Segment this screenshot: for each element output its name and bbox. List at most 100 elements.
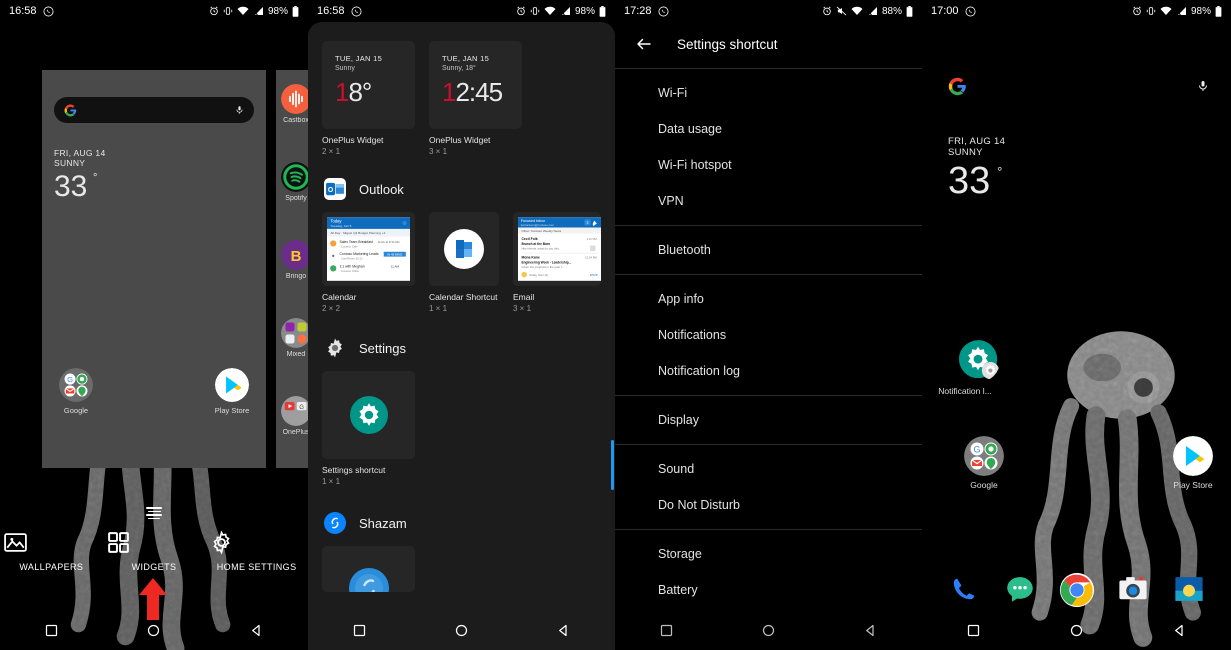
back-button[interactable] [556, 623, 571, 638]
nav-bar [615, 610, 922, 650]
settings-shortcut-options[interactable]: Wi-Fi Data usage Wi-Fi hotspot VPN Bluet… [615, 68, 922, 650]
messages-icon[interactable] [1003, 572, 1037, 606]
battery-percent: 98% [574, 5, 595, 17]
weather-widget[interactable]: FRI, AUG 14 SUNNY 33 ° [54, 148, 105, 204]
svg-text:Given the progress in the past: Given the progress in the past f... [521, 265, 564, 269]
svg-text:Today: Today [330, 219, 342, 224]
widget-row-oneplus: TUE, JAN 15 Sunny 18° OnePlus Widget 2 ×… [308, 22, 615, 156]
widget-card[interactable]: TUE, JAN 15 Sunny 18° OnePlus Widget 2 ×… [322, 41, 415, 156]
app-icon-play-store[interactable]: Play Store [206, 368, 258, 415]
list-item-notifications[interactable]: Notifications [615, 317, 922, 353]
list-item-app-info[interactable]: App info [615, 281, 922, 317]
home-screen-preview[interactable]: FRI, AUG 14 SUNNY 33 ° G Google Play Sto… [42, 70, 266, 468]
mic-icon[interactable] [1197, 78, 1209, 94]
next-page-preview[interactable]: Castbox Spotify B Bringo Mixed G OnePlus [276, 70, 308, 468]
app-icon-google[interactable]: G Google [958, 436, 1010, 490]
svg-text:G: G [299, 405, 304, 411]
app-label: Spotify [285, 195, 307, 202]
widget-size: 1 × 1 [322, 477, 341, 486]
widget-card[interactable]: Today Tuesday, Jan 5 All Day · Miguel Q4… [322, 212, 415, 313]
widget-card[interactable]: Calendar Shortcut 1 × 1 [429, 212, 499, 313]
oneplus-folder-icon: G [281, 396, 308, 426]
list-item-wifi[interactable]: Wi-Fi [615, 75, 922, 111]
recents-button[interactable] [44, 623, 59, 638]
list-item-notification-log[interactable]: Notification log [615, 353, 922, 389]
widget-size: 2 × 2 [322, 304, 341, 313]
whatsapp-icon [351, 6, 362, 17]
home-button[interactable] [761, 623, 776, 638]
widget-card[interactable]: TUE, JAN 15 Sunny, 18° 12:45 OnePlus Wid… [429, 41, 522, 156]
play-store-icon [1173, 436, 1213, 476]
app-icon-play-store[interactable]: Play Store [1167, 436, 1219, 490]
list-item-storage[interactable]: Storage [615, 536, 922, 572]
svg-text:RSVP: RSVP [590, 273, 598, 277]
status-bar: 17:28 88% [615, 0, 922, 22]
back-button[interactable] [1172, 623, 1187, 638]
recents-button[interactable] [966, 623, 981, 638]
app-icon-notification-log-shortcut[interactable]: Notification l... [938, 340, 1014, 396]
home-button[interactable] [454, 623, 469, 638]
list-item-sound[interactable]: Sound [615, 451, 922, 487]
phone-icon[interactable] [947, 572, 981, 606]
panel-home-editor: 16:58 98% FRI, AUG 14 SUNNY 33 ° G Googl… [0, 0, 308, 650]
search-input[interactable] [948, 72, 1209, 100]
scrollbar-thumb[interactable] [611, 440, 614, 490]
widget-date: TUE, JAN 15 [335, 54, 383, 63]
widget-picker-sheet[interactable]: TUE, JAN 15 Sunny 18° OnePlus Widget 2 ×… [308, 22, 615, 650]
list-item-data-usage[interactable]: Data usage [615, 111, 922, 147]
widget-card[interactable] [322, 546, 415, 592]
svg-text:Focused Inbox: Focused Inbox [521, 219, 546, 223]
widget-name: OnePlus Widget [429, 135, 491, 145]
wifi-icon [851, 6, 863, 16]
signal-icon [253, 6, 264, 16]
widget-row-outlook: Today Tuesday, Jan 5 All Day · Miguel Q4… [308, 212, 615, 313]
list-item-battery[interactable]: Battery [615, 572, 922, 608]
recents-button[interactable] [352, 623, 367, 638]
page-title: Settings shortcut [677, 36, 778, 52]
app-label: Play Store [1173, 480, 1213, 490]
widget-big-value: 12:45 [442, 77, 503, 107]
home-button[interactable] [146, 623, 161, 638]
wallpapers-label: WALLPAPERS [19, 562, 84, 572]
drag-handle-icon[interactable] [146, 507, 162, 519]
settings-shortcut-icon [958, 340, 1000, 382]
signal-icon [1176, 6, 1187, 16]
divider [615, 529, 922, 530]
app-icon-spotify[interactable]: Spotify [276, 162, 308, 202]
list-item-vpn[interactable]: VPN [615, 183, 922, 219]
back-button[interactable] [249, 623, 264, 638]
back-arrow-icon[interactable] [635, 35, 653, 53]
widget-card-settings-shortcut[interactable]: Settings shortcut 1 × 1 [322, 371, 415, 486]
list-item-display[interactable]: Display [615, 402, 922, 438]
search-input[interactable] [54, 97, 254, 123]
camera-icon[interactable] [1116, 572, 1150, 606]
home-settings-button[interactable]: HOME SETTINGS [209, 530, 305, 572]
outlook-email-preview: Focused Inbox kat.larsson@contoso.com 3 … [518, 217, 601, 281]
wallpapers-button[interactable]: WALLPAPERS [3, 530, 99, 572]
app-icon-google[interactable]: G Google [50, 368, 102, 415]
recents-button[interactable] [659, 623, 674, 638]
app-label: Google [63, 406, 89, 415]
widget-name: OnePlus Widget [322, 135, 384, 145]
app-icon-castbox[interactable]: Castbox [276, 84, 308, 124]
home-button[interactable] [1069, 623, 1084, 638]
back-button[interactable] [863, 623, 878, 638]
app-icon-oneplus-folder[interactable]: G OnePlus [276, 396, 308, 436]
chrome-icon[interactable] [1059, 572, 1095, 608]
list-item-do-not-disturb[interactable]: Do Not Disturb [615, 487, 922, 523]
widget-row-shazam [308, 546, 615, 592]
panel-widget-picker: 16:58 98% TUE, JAN 15 Sunny 18° OnePlus … [308, 0, 615, 650]
app-icon-mixed-folder[interactable]: Mixed [276, 318, 308, 358]
widget-card[interactable]: Focused Inbox kat.larsson@contoso.com 3 … [513, 212, 601, 313]
section-title: Outlook [359, 181, 404, 197]
mic-icon[interactable] [235, 104, 244, 116]
widget-size: 2 × 1 [322, 147, 341, 156]
nav-bar [308, 610, 615, 650]
widgets-button[interactable]: WIDGETS [106, 530, 202, 572]
app-icon-bringo[interactable]: B Bringo [276, 240, 308, 280]
google-folder-icon: G [59, 368, 93, 402]
weather-widget[interactable]: FRI, AUG 14 SUNNY 33 ° [948, 136, 1005, 203]
list-item-wifi-hotspot[interactable]: Wi-Fi hotspot [615, 147, 922, 183]
list-item-bluetooth[interactable]: Bluetooth [615, 232, 922, 268]
gallery-icon[interactable] [1172, 572, 1206, 606]
